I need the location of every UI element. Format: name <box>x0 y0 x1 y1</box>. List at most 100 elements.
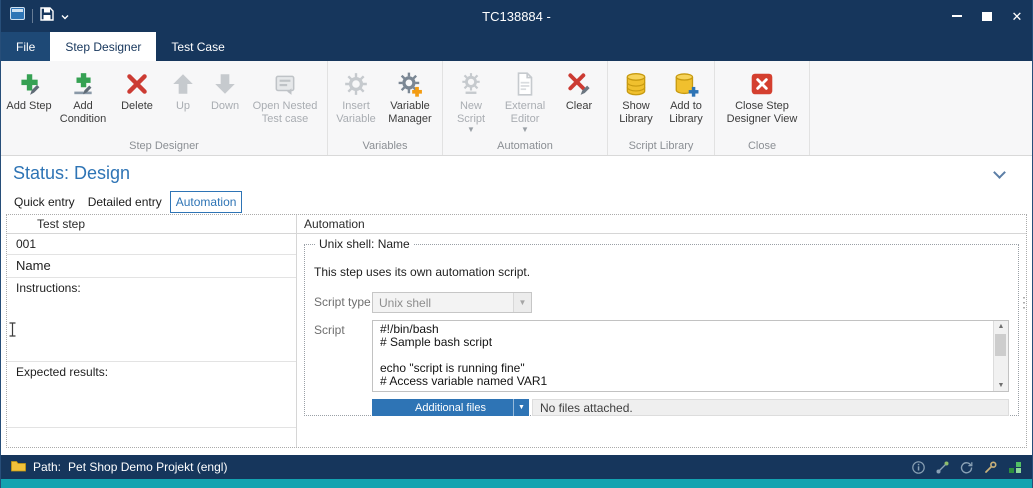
new-script-button[interactable]: New Script ▼ <box>446 63 496 139</box>
scroll-up-icon[interactable]: ▲ <box>998 323 1005 330</box>
open-nested-testcase-button[interactable]: Open Nested Test case <box>246 63 324 139</box>
expected-results-field[interactable]: Expected results: <box>7 362 296 428</box>
ribbon-group-label: Step Designer <box>4 139 324 155</box>
nested-testcase-icon <box>272 67 298 100</box>
tab-automation[interactable]: Automation <box>170 191 243 213</box>
tab-test-case[interactable]: Test Case <box>156 32 239 61</box>
maximize-button[interactable] <box>972 2 1002 30</box>
script-label: Script <box>314 320 372 392</box>
down-button[interactable]: Down <box>204 63 246 139</box>
step-name-cell[interactable]: Name <box>7 255 296 278</box>
tab-step-designer[interactable]: Step Designer <box>50 32 156 61</box>
scroll-down-icon[interactable]: ▼ <box>998 382 1005 389</box>
groupbox-title: Unix shell: Name <box>316 237 413 251</box>
gear-icon <box>343 67 369 100</box>
app-window: TC138884 - ✕ File Step Designer Test Cas… <box>0 0 1033 488</box>
window-controls: ✕ <box>942 2 1032 30</box>
automation-column: Unix shell: Name This step uses its own … <box>297 234 1026 447</box>
ribbon-group-script-library: Show Library Add to Library Script Libra… <box>608 61 715 155</box>
add-to-library-button[interactable]: Add to Library <box>661 63 711 139</box>
button-label: Delete <box>121 100 153 113</box>
test-step-column-header: Test step <box>7 215 297 233</box>
delete-button[interactable]: Delete <box>112 63 162 139</box>
ribbon-group-automation: New Script ▼ External Editor ▼ Clear <box>443 61 608 155</box>
document-pencil-icon <box>512 67 538 100</box>
button-label: External Editor <box>498 100 552 125</box>
button-label: Open Nested Test case <box>248 100 322 125</box>
add-step-icon <box>16 67 42 100</box>
delete-icon <box>124 67 150 100</box>
toolbar-separator <box>32 9 33 23</box>
ribbon-group-close: Close Step Designer View Close <box>715 61 810 155</box>
gear-plus-icon <box>397 67 423 100</box>
additional-files-button[interactable]: Additional files ▼ <box>372 399 529 416</box>
arrow-down-icon <box>212 67 238 100</box>
script-description: This step uses its own automation script… <box>314 265 1009 279</box>
close-button[interactable]: ✕ <box>1002 2 1032 30</box>
database-plus-icon <box>673 67 699 100</box>
button-label: Up <box>176 100 190 113</box>
script-type-select[interactable]: Unix shell ▼ <box>372 292 532 313</box>
clear-button[interactable]: Clear <box>554 63 604 139</box>
customize-toolbar-chevron-icon[interactable] <box>61 7 69 25</box>
splitter-handle[interactable]: ⋮ <box>1017 295 1031 309</box>
tab-detailed-entry[interactable]: Detailed entry <box>83 192 167 212</box>
add-step-button[interactable]: Add Step <box>4 63 54 139</box>
info-icon[interactable] <box>912 461 925 474</box>
select-arrow-icon: ▼ <box>513 293 531 312</box>
entry-mode-tabs: Quick entry Detailed entry Automation <box>1 190 1032 214</box>
status-title: Status: Design <box>13 163 130 184</box>
button-label: Variable Manager <box>383 100 437 125</box>
close-icon: ✕ <box>1012 10 1023 23</box>
close-view-icon <box>749 67 775 100</box>
external-editor-button[interactable]: External Editor ▼ <box>496 63 554 139</box>
tools-icon[interactable] <box>984 461 997 474</box>
close-step-designer-view-button[interactable]: Close Step Designer View <box>718 63 806 139</box>
minimize-icon <box>952 15 962 17</box>
save-icon[interactable] <box>40 7 54 26</box>
ribbon-tab-row: File Step Designer Test Case <box>1 32 1032 61</box>
button-label: Clear <box>566 100 592 113</box>
insert-variable-button[interactable]: Insert Variable <box>331 63 381 139</box>
quick-access-toolbar <box>1 7 69 26</box>
bottom-strip <box>1 479 1032 488</box>
content-gap <box>1 448 1032 455</box>
ribbon-group-label: Close <box>718 139 806 155</box>
grid-header: Test step Automation <box>7 215 1026 234</box>
button-label: Add Condition <box>56 100 110 125</box>
connection-icon[interactable] <box>936 461 949 474</box>
variable-manager-button[interactable]: Variable Manager <box>381 63 439 139</box>
step-designer-content: Test step Automation 001 Name Instructio… <box>6 214 1027 448</box>
ribbon: Add Step Add Condition Delete <box>1 61 1032 156</box>
clear-icon <box>566 67 592 100</box>
statusbar-icons <box>912 461 1022 474</box>
instructions-field[interactable]: Instructions: <box>7 278 296 362</box>
button-label: Close Step Designer View <box>720 100 804 125</box>
scrollbar-thumb[interactable] <box>995 334 1006 356</box>
tab-file[interactable]: File <box>1 32 50 61</box>
collapse-chevron-icon[interactable] <box>993 166 1006 179</box>
dropdown-caret-icon: ▼ <box>467 126 475 134</box>
arrow-up-icon <box>170 67 196 100</box>
sync-icon[interactable] <box>960 461 973 474</box>
show-library-button[interactable]: Show Library <box>611 63 661 139</box>
app-icon[interactable] <box>10 7 25 25</box>
path-value: Pet Shop Demo Projekt (engl) <box>68 460 227 474</box>
ribbon-group-label: Automation <box>446 139 604 155</box>
tab-quick-entry[interactable]: Quick entry <box>9 192 80 212</box>
activity-status-icon[interactable] <box>1008 461 1022 474</box>
text-cursor-pointer <box>8 322 17 342</box>
automation-column-header: Automation <box>297 215 1026 233</box>
add-condition-button[interactable]: Add Condition <box>54 63 112 139</box>
statusbar: Path: Pet Shop Demo Projekt (engl) <box>1 455 1032 479</box>
maximize-icon <box>982 12 992 21</box>
additional-files-dropdown-icon[interactable]: ▼ <box>513 399 529 416</box>
folder-icon <box>11 460 26 475</box>
database-icon <box>623 67 649 100</box>
minimize-button[interactable] <box>942 2 972 30</box>
script-textarea[interactable]: #!/bin/bash # Sample bash script echo "s… <box>372 320 1009 392</box>
button-label: Insert Variable <box>333 100 379 125</box>
up-button[interactable]: Up <box>162 63 204 139</box>
step-number-cell[interactable]: 001 <box>7 234 296 255</box>
scrollbar[interactable]: ▲ ▼ <box>993 321 1008 391</box>
